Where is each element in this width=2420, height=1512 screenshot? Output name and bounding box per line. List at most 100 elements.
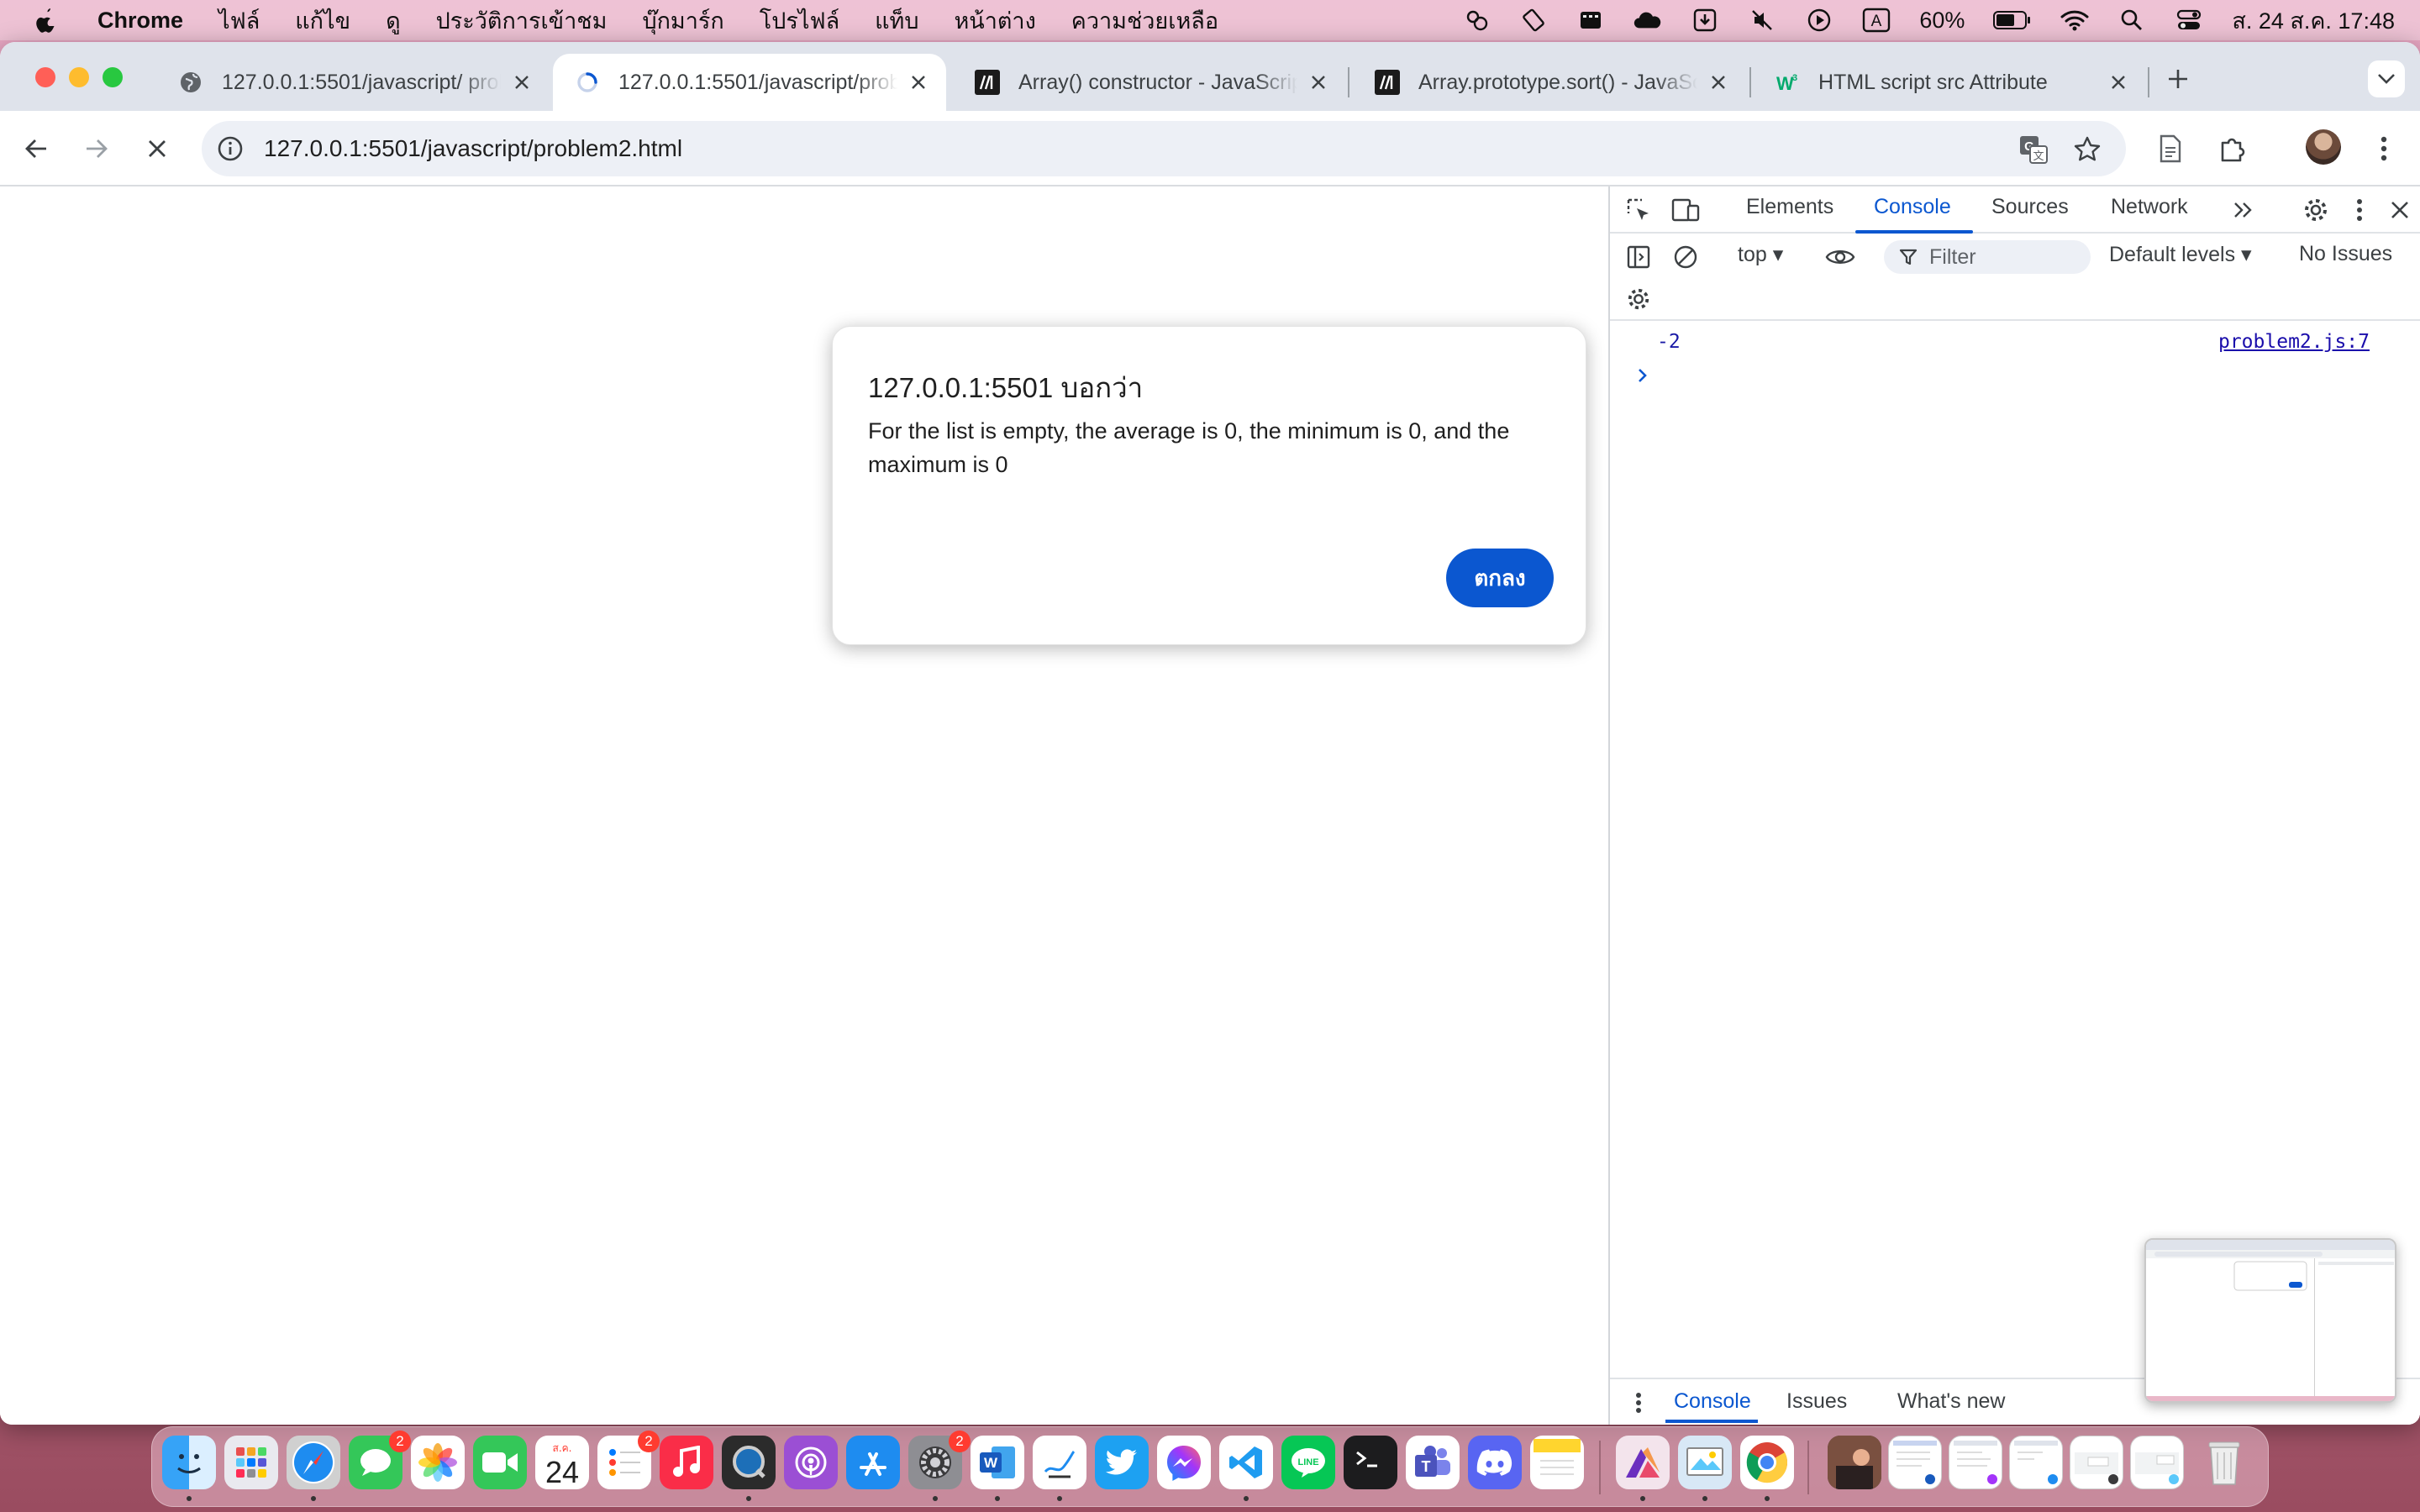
drawer-menu-kebab-icon[interactable] [1622,1386,1655,1420]
mute-icon[interactable] [1748,8,1776,33]
trash-icon[interactable] [2197,1436,2251,1489]
customize-kebab-icon[interactable] [2343,193,2376,227]
close-devtools-icon[interactable] [2383,193,2417,227]
close-tab-icon[interactable] [906,70,931,95]
notes-icon[interactable] [1530,1436,1584,1489]
teams-icon[interactable]: T [1406,1436,1460,1489]
tab-array-constructor[interactable]: Array() constructor - JavaScript [953,54,1346,111]
photos-icon[interactable] [411,1436,465,1489]
devtools-tab-elements[interactable]: Elements [1746,195,1833,219]
menu-tab[interactable]: แท็บ [875,3,918,39]
reading-list-icon[interactable] [2151,129,2190,168]
podcasts-icon[interactable] [784,1436,838,1489]
new-tab-plus-icon[interactable] [2163,64,2193,94]
line-icon[interactable]: LINE [1281,1436,1335,1489]
console-prompt-chevron-icon[interactable] [1630,363,1655,388]
console-filter-input[interactable]: Filter [1884,240,2091,274]
freeform-icon[interactable] [1033,1436,1086,1489]
context-selector[interactable]: top ▾ [1738,242,1783,267]
more-tabs-chevron-icon[interactable] [2227,193,2260,227]
wifi-icon[interactable] [2060,8,2089,33]
quicktime-icon[interactable] [722,1436,776,1489]
menu-bookmarks[interactable]: บุ๊กมาร์ก [642,3,723,39]
close-tab-icon[interactable] [2106,70,2131,95]
devtools-tab-console[interactable]: Console [1874,195,1951,219]
profile-avatar[interactable] [2306,129,2341,165]
live-expression-eye-icon[interactable] [1823,240,1857,274]
close-tab-icon[interactable] [509,70,534,95]
menu-edit[interactable]: แก้ไข [295,3,350,39]
drawer-tab-console[interactable]: Console [1674,1389,1751,1414]
weather-icon[interactable] [1462,8,1491,33]
forward-arrow-icon[interactable] [77,129,116,168]
more-menu-icon[interactable] [2365,129,2403,168]
safari-icon[interactable] [287,1436,340,1489]
fullscreen-window-button[interactable] [103,67,123,87]
stop-loading-icon[interactable] [138,129,176,168]
control-center-icon[interactable] [2175,8,2203,33]
cloud-icon[interactable] [1634,8,1662,33]
minimize-window-button[interactable] [69,67,89,87]
apple-menu-icon[interactable] [32,6,60,34]
sidebar-toggle-icon[interactable] [1622,240,1655,274]
minimized-window-screenshot[interactable] [2130,1436,2184,1489]
issues-counter[interactable]: No Issues [2299,242,2392,266]
log-levels-dropdown[interactable]: Default levels ▾ [2109,242,2252,267]
menu-profiles[interactable]: โปรไฟล์ [760,3,839,39]
close-tab-icon[interactable] [1706,70,1731,95]
tab-html-script-src[interactable]: W3 HTML script src Attribute [1753,54,2146,111]
clock[interactable]: ส. 24 ส.ค. 17:48 [2232,3,2395,39]
facetime-icon[interactable] [473,1436,527,1489]
rotate-icon[interactable] [1519,8,1548,33]
minimized-window-page[interactable] [2009,1436,2063,1489]
spotlight-search-icon[interactable] [2118,8,2146,33]
menu-history[interactable]: ประวัติการเข้าชม [436,3,608,39]
twitter-icon[interactable] [1095,1436,1149,1489]
menu-help[interactable]: ความช่วยเหลือ [1071,3,1218,39]
site-info-icon[interactable] [215,134,245,164]
tab-problem[interactable]: 127.0.0.1:5501/javascript/ problem [156,54,550,111]
menu-window[interactable]: หน้าต่าง [954,3,1035,39]
tab-array-sort[interactable]: Array.prototype.sort() - JavaScript [1353,54,1746,111]
messenger-icon[interactable] [1157,1436,1211,1489]
word-icon[interactable]: W [971,1436,1024,1489]
ok-button[interactable]: ตกลง [1446,549,1554,607]
download-icon[interactable] [1691,8,1719,33]
preview-icon[interactable] [1678,1436,1732,1489]
tab-problem2[interactable]: 127.0.0.1:5501/javascript/problem2 [553,54,946,111]
close-tab-icon[interactable] [1306,70,1331,95]
translate-icon[interactable]: G文 [2017,133,2050,166]
clear-console-icon[interactable] [1669,240,1702,274]
inspect-element-icon[interactable] [1622,193,1655,227]
menu-app-chrome[interactable]: Chrome [97,8,183,34]
chrome-icon[interactable] [1740,1436,1794,1489]
minimized-window-screenshot[interactable] [2070,1436,2123,1489]
console-source-link[interactable]: problem2.js:7 [2218,331,2370,353]
device-toolbar-icon[interactable] [1669,193,1702,227]
calendar-icon[interactable]: ส.ค. 24 [535,1436,589,1489]
finder-icon[interactable] [162,1436,216,1489]
extensions-puzzle-icon[interactable] [2213,129,2252,168]
screenshot-thumbnail[interactable] [2144,1238,2396,1403]
bookmark-star-icon[interactable] [2070,133,2104,166]
devtools-tab-sources[interactable]: Sources [1991,195,2069,219]
devtools-tab-network[interactable]: Network [2111,195,2188,219]
menu-view[interactable]: ดู [386,3,401,39]
url-text[interactable]: 127.0.0.1:5501/javascript/problem2.html [264,135,682,162]
address-bar[interactable]: 127.0.0.1:5501/javascript/problem2.html … [202,121,2126,176]
battery-icon[interactable] [1993,8,2032,33]
console-settings-gear-icon[interactable] [1622,282,1655,316]
music-icon[interactable] [660,1436,713,1489]
menu-file[interactable]: ไฟล์ [218,3,260,39]
launchpad-icon[interactable] [224,1436,278,1489]
minimized-window-doc[interactable] [1888,1436,1942,1489]
close-window-button[interactable] [35,67,55,87]
terminal-icon[interactable] [1344,1436,1397,1489]
affinity-icon[interactable] [1616,1436,1670,1489]
drawer-tab-whats-new[interactable]: What's new [1897,1389,2005,1414]
back-arrow-icon[interactable] [17,129,55,168]
tab-search-chevron-down-icon[interactable] [2368,60,2405,97]
input-source-icon[interactable]: A [1862,8,1891,33]
app-store-icon[interactable] [846,1436,900,1489]
play-icon[interactable] [1805,8,1833,33]
